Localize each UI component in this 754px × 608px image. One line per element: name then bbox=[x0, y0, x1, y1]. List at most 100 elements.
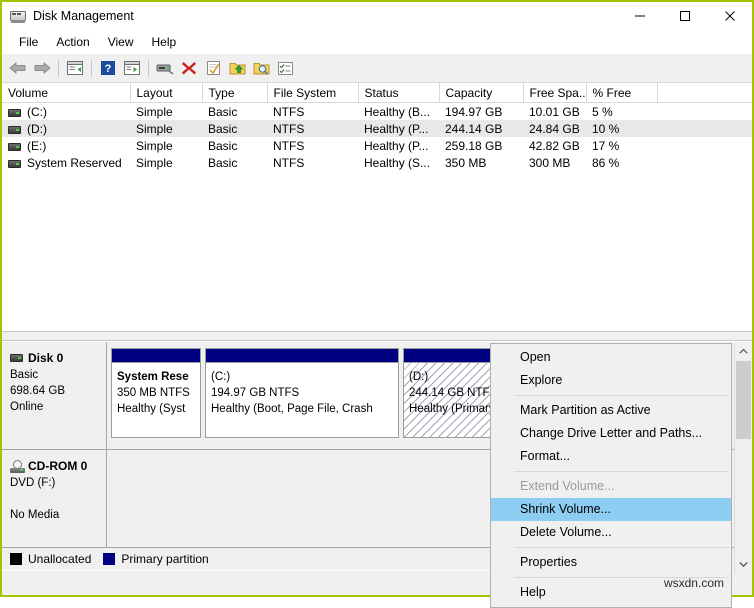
cell-file-system: NTFS bbox=[267, 120, 358, 137]
table-row[interactable]: System Reserved Simple Basic NTFS Health… bbox=[2, 154, 752, 171]
column-header-extra[interactable] bbox=[657, 83, 752, 103]
cell-layout: Simple bbox=[136, 155, 173, 170]
title-bar: Disk Management bbox=[2, 2, 752, 30]
cell-file-system: NTFS bbox=[273, 138, 305, 153]
cell-free-space: 24.84 GB bbox=[523, 120, 586, 137]
menu-item-extend-volume: Extend Volume... bbox=[520, 479, 615, 493]
back-icon[interactable] bbox=[7, 57, 29, 79]
disk-size: 698.64 GB bbox=[10, 385, 65, 397]
properties-icon[interactable] bbox=[154, 57, 176, 79]
cell-extra bbox=[657, 137, 752, 154]
pane-splitter[interactable] bbox=[2, 331, 752, 341]
hard-disk-icon bbox=[10, 354, 23, 362]
partition-c[interactable]: (C:) 194.97 GB NTFS Healthy (Boot, Page … bbox=[205, 348, 399, 438]
column-header-type[interactable]: Type bbox=[202, 83, 268, 103]
partition-status: Healthy (Boot, Page File, Crash bbox=[211, 403, 373, 415]
check-list-icon[interactable] bbox=[202, 57, 224, 79]
partition-details: (C:) 194.97 GB NTFS Healthy (Boot, Page … bbox=[206, 362, 398, 437]
scrollbar-thumb[interactable] bbox=[736, 361, 751, 439]
disk-management-window: Disk Management File Action View Help ? … bbox=[0, 0, 754, 608]
column-header-percent-free[interactable]: % Free bbox=[586, 83, 658, 103]
rescan-disks-icon[interactable] bbox=[226, 57, 248, 79]
disk-management-icon bbox=[10, 8, 26, 24]
column-header-layout[interactable]: Layout bbox=[130, 83, 203, 103]
partition-system-reserved[interactable]: System Rese 350 MB NTFS Healthy (Syst bbox=[111, 348, 201, 438]
cell-percent-free: 17 % bbox=[592, 138, 620, 153]
cell-free-space: 300 MB bbox=[529, 155, 571, 170]
cell-free-space: 42.82 GB bbox=[529, 138, 580, 153]
volume-icon bbox=[8, 108, 21, 117]
partition-status: Healthy (Syst bbox=[117, 403, 186, 415]
scroll-down-arrow-icon[interactable] bbox=[735, 556, 752, 573]
window-controls bbox=[617, 2, 752, 30]
menu-view[interactable]: View bbox=[99, 32, 143, 52]
menu-file[interactable]: File bbox=[10, 32, 47, 52]
partition-details: System Rese 350 MB NTFS Healthy (Syst bbox=[112, 362, 200, 437]
graphical-pane-scrollbar[interactable] bbox=[734, 343, 752, 573]
legend-label-unallocated: Unallocated bbox=[28, 552, 92, 566]
maximize-button[interactable] bbox=[662, 2, 707, 30]
column-header-volume[interactable]: Volume bbox=[2, 83, 131, 103]
forward-icon[interactable] bbox=[31, 57, 53, 79]
cell-capacity: 194.97 GB bbox=[445, 104, 503, 119]
cell-file-system: NTFS bbox=[273, 104, 305, 119]
disk-info-cdrom0[interactable]: CD-ROM 0 DVD (F:) No Media bbox=[2, 450, 107, 547]
list-view-icon[interactable] bbox=[274, 57, 296, 79]
cell-capacity: 259.18 GB bbox=[445, 138, 503, 153]
cell-capacity: 350 MB bbox=[445, 155, 487, 170]
cell-status: Healthy (P... bbox=[364, 138, 429, 153]
disk-info-disk0[interactable]: Disk 0 Basic 698.64 GB Online bbox=[2, 342, 107, 449]
disk-type: Basic bbox=[10, 369, 39, 381]
toolbar: ? bbox=[2, 54, 752, 83]
disk-name-row: CD-ROM 0 bbox=[10, 458, 106, 474]
disk-type: DVD (F:) bbox=[10, 477, 56, 489]
volume-icon bbox=[8, 159, 21, 168]
menu-item-shrink-volume[interactable]: Shrink Volume... bbox=[491, 498, 731, 521]
cell-status: Healthy (P... bbox=[358, 120, 439, 137]
legend-swatch-primary bbox=[103, 553, 116, 565]
legend-primary-partition: Primary partition bbox=[103, 552, 209, 566]
show-hide-console-tree-icon[interactable] bbox=[64, 57, 86, 79]
table-header-row: Volume Layout Type File System Status Ca… bbox=[2, 83, 752, 103]
svg-text:?: ? bbox=[105, 63, 112, 75]
menu-item-change-drive-letter-and-paths[interactable]: Change Drive Letter and Paths... bbox=[491, 422, 731, 445]
cell-capacity: 244.14 GB bbox=[439, 120, 523, 137]
menu-item-open[interactable]: Open bbox=[491, 346, 731, 369]
cell-layout: Simple bbox=[136, 138, 173, 153]
menu-help[interactable]: Help bbox=[143, 32, 186, 52]
legend-swatch-unallocated bbox=[10, 553, 22, 565]
scroll-up-arrow-icon[interactable] bbox=[735, 343, 752, 360]
menu-item-delete-volume[interactable]: Delete Volume... bbox=[491, 521, 731, 544]
cell-percent-free: 10 % bbox=[586, 120, 657, 137]
column-header-free-space[interactable]: Free Spa... bbox=[523, 83, 587, 103]
column-header-file-system[interactable]: File System bbox=[267, 83, 359, 103]
close-button[interactable] bbox=[707, 2, 752, 30]
menu-item-format[interactable]: Format... bbox=[491, 445, 731, 468]
volume-table: Volume Layout Type File System Status Ca… bbox=[2, 83, 752, 171]
cell-status: Healthy (B... bbox=[364, 104, 431, 119]
disk-state: Online bbox=[10, 401, 44, 413]
cell-type: Basic bbox=[208, 104, 238, 119]
context-menu[interactable]: Open Explore Mark Partition as Active Ch… bbox=[490, 343, 732, 608]
partition-color-bar bbox=[206, 349, 398, 362]
cell-layout: Simple bbox=[136, 104, 173, 119]
minimize-button[interactable] bbox=[617, 2, 662, 30]
column-header-status[interactable]: Status bbox=[358, 83, 440, 103]
help-icon[interactable]: ? bbox=[97, 57, 119, 79]
menu-item-mark-partition-as-active[interactable]: Mark Partition as Active bbox=[491, 399, 731, 422]
volume-list-pane[interactable]: Volume Layout Type File System Status Ca… bbox=[2, 83, 752, 331]
menu-item-properties[interactable]: Properties bbox=[491, 551, 731, 574]
table-row[interactable]: (C:) Simple Basic NTFS Healthy (B... 194… bbox=[2, 103, 752, 121]
menu-action[interactable]: Action bbox=[47, 32, 98, 52]
watermark: wsxdn.com bbox=[663, 576, 724, 590]
menu-item-explore[interactable]: Explore bbox=[491, 369, 731, 392]
disk-state: No Media bbox=[10, 509, 60, 521]
search-folder-icon[interactable] bbox=[250, 57, 272, 79]
table-row[interactable]: (E:) Simple Basic NTFS Healthy (P... 259… bbox=[2, 137, 752, 154]
column-header-capacity[interactable]: Capacity bbox=[439, 83, 524, 103]
table-row[interactable]: (D:) Simple Basic NTFS Healthy (P... 244… bbox=[2, 120, 752, 137]
delete-icon[interactable] bbox=[178, 57, 200, 79]
menu-bar: File Action View Help bbox=[2, 30, 752, 54]
menu-separator bbox=[514, 395, 729, 396]
show-hide-action-pane-icon[interactable] bbox=[121, 57, 143, 79]
